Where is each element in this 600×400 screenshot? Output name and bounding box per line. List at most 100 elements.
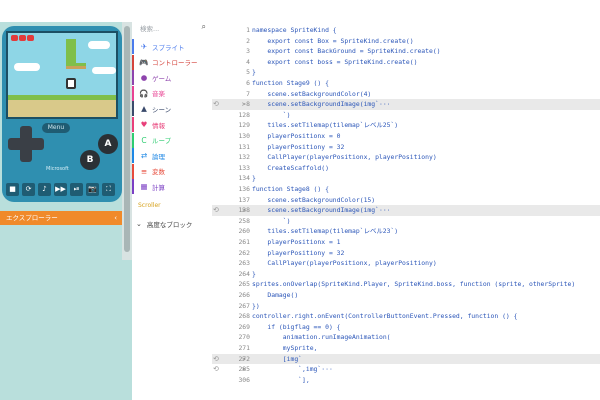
code-text[interactable]: CallPlayer(playerPositionx, playerPositi… — [252, 258, 436, 268]
code-line[interactable]: 268 controller.right.onEvent(ControllerBu… — [212, 311, 600, 321]
scrollbar-thumb[interactable] — [124, 26, 130, 252]
category-logic[interactable]: ⇄ 論理 — [132, 148, 212, 164]
restart-icon[interactable]: ⟳ — [22, 183, 35, 196]
code-text[interactable]: export const Box = SpriteKind.create() — [252, 36, 413, 46]
code-line[interactable]: 6 function Stage9 () { — [212, 78, 600, 88]
explorer-bar[interactable]: エクスプローラー ‹ — [0, 211, 122, 225]
category-variables[interactable]: ≡ 変数 — [132, 163, 212, 179]
code-line[interactable]: 3 export const BackGround = SpriteKind.c… — [212, 46, 600, 56]
code-line[interactable]: 269 if (bigflag == 0) { — [212, 322, 600, 332]
code-text[interactable]: scene.setBackgroundImage(img`··· — [252, 205, 390, 215]
code-text[interactable]: playerPositiony = 32 — [252, 248, 344, 258]
dpad[interactable] — [8, 126, 44, 162]
code-line[interactable]: 137 scene.setBackgroundColor(15) — [212, 195, 600, 205]
dpad-vertical[interactable] — [20, 126, 32, 162]
code-line[interactable]: 136 function Stage8 () { — [212, 184, 600, 194]
code-line[interactable]: 267}) — [212, 301, 600, 311]
code-line[interactable]: 1 namespace SpriteKind { — [212, 25, 600, 35]
code-line[interactable]: 270 animation.runImageAnimation( — [212, 332, 600, 342]
category-game[interactable]: ● ゲーム — [132, 70, 212, 86]
code-text[interactable]: playerPositionx = 1 — [252, 237, 340, 247]
code-text[interactable]: sprites.onOverlap(SpriteKind.Player, Spr… — [252, 279, 575, 289]
code-line[interactable]: 131 playerPositiony = 32 — [212, 142, 600, 152]
code-text[interactable]: playerPositionx = 0 — [252, 131, 340, 141]
toolbox-scrollbar[interactable] — [122, 22, 132, 260]
code-text[interactable]: namespace SpriteKind { — [252, 25, 337, 35]
code-line[interactable]: 132 CallPlayer(playerPositionx, playerPo… — [212, 152, 600, 162]
code-text[interactable]: function Stage9 () { — [252, 78, 329, 88]
category-music[interactable]: 🎧 音楽 — [132, 85, 212, 101]
fold-icon[interactable]: ⟲ — [213, 354, 221, 364]
code-text[interactable]: } — [252, 269, 256, 279]
code-line[interactable]: 4 export const boss = SpriteKind.create(… — [212, 57, 600, 67]
code-line[interactable]: 7 scene.setBackgroundColor(4) — [212, 89, 600, 99]
code-text[interactable]: `) — [252, 110, 291, 120]
code-line[interactable]: 129 tiles.setTilemap(tilemap`レベル25`) — [212, 120, 600, 130]
code-line[interactable]: 265 sprites.onOverlap(SpriteKind.Player, … — [212, 279, 600, 289]
category-sprite[interactable]: ✈ スプライト — [132, 39, 212, 54]
code-text[interactable]: Damage() — [252, 290, 298, 300]
code-line[interactable]: 5} — [212, 67, 600, 77]
code-line[interactable]: 261 playerPositionx = 1 — [212, 237, 600, 247]
code-line[interactable]: ⟲ >272 [img` — [212, 353, 600, 364]
code-text[interactable]: tiles.setTilemap(tilemap`レベル25`) — [252, 120, 398, 130]
code-text[interactable]: scene.setBackgroundColor(15) — [252, 195, 375, 205]
menu-button[interactable]: Menu — [42, 123, 70, 133]
code-line[interactable]: 271 mySprite, — [212, 343, 600, 353]
stop-icon[interactable]: ■ — [6, 183, 19, 196]
code-text[interactable]: `], — [252, 375, 310, 385]
game-screen[interactable] — [6, 31, 118, 119]
extension-scroller[interactable]: Scroller — [138, 202, 161, 209]
code-text[interactable]: scene.setBackgroundColor(4) — [252, 89, 371, 99]
code-text[interactable]: export const BackGround = SpriteKind.cre… — [252, 46, 440, 56]
code-line[interactable]: 264} — [212, 269, 600, 279]
code-line[interactable]: 130 playerPositionx = 0 — [212, 131, 600, 141]
search-input[interactable]: 検索... — [140, 23, 159, 33]
fold-icon[interactable]: ⟲ — [213, 205, 221, 215]
code-text[interactable]: } — [252, 173, 256, 183]
code-text[interactable]: mySprite, — [252, 343, 318, 353]
b-button[interactable]: B — [80, 150, 100, 170]
fullscreen-icon[interactable]: ⛶ — [102, 183, 115, 196]
step-icon[interactable]: ▶▶ — [54, 183, 67, 196]
category-loops[interactable]: C ループ — [132, 132, 212, 148]
code-text[interactable]: playerPositiony = 32 — [252, 142, 344, 152]
code-text[interactable]: export const boss = SpriteKind.create() — [252, 57, 417, 67]
code-line[interactable]: 134} — [212, 173, 600, 183]
code-text[interactable]: controller.right.onEvent(ControllerButto… — [252, 311, 517, 321]
advanced-blocks-toggle[interactable]: ⌄ 高度なブロック — [136, 219, 192, 229]
code-text[interactable]: animation.runImageAnimation( — [252, 332, 391, 342]
code-line[interactable]: 2 export const Box = SpriteKind.create() — [212, 36, 600, 46]
code-text[interactable]: function Stage8 () { — [252, 184, 329, 194]
code-line[interactable]: 258 `) — [212, 216, 600, 226]
code-text[interactable]: } — [252, 67, 256, 77]
code-line[interactable]: 133 CreateScaffold() — [212, 163, 600, 173]
code-line[interactable]: 263 CallPlayer(playerPositionx, playerPo… — [212, 258, 600, 268]
code-text[interactable]: }) — [252, 301, 260, 311]
code-line[interactable]: ⟲ >138 scene.setBackgroundImage(img`··· — [212, 205, 600, 216]
code-text[interactable]: tiles.setTilemap(tilemap`レベル23`) — [252, 226, 398, 236]
screenshot-icon[interactable]: 📷 — [86, 183, 99, 196]
code-text[interactable]: if (bigflag == 0) { — [252, 322, 340, 332]
code-line[interactable]: 262 playerPositiony = 32 — [212, 248, 600, 258]
search-icon[interactable]: ⌕ — [202, 22, 206, 32]
code-line[interactable]: 266 Damage() — [212, 290, 600, 300]
fold-icon[interactable]: ⟲ — [213, 99, 221, 109]
code-text[interactable]: `) — [252, 216, 291, 226]
fold-icon[interactable]: ⟲ — [213, 364, 221, 374]
toolbox-search[interactable]: 検索... ⌕ — [136, 22, 208, 36]
code-text[interactable]: CallPlayer(playerPositionx, playerPositi… — [252, 152, 436, 162]
chevron-left-icon[interactable]: ‹ — [114, 211, 117, 225]
code-text[interactable]: `,img`··· — [252, 364, 333, 374]
sound-icon[interactable]: ♪ — [38, 183, 51, 196]
category-info[interactable]: ♥ 情報 — [132, 117, 212, 132]
code-line[interactable]: 306 `], — [212, 375, 600, 385]
slowmo-icon[interactable]: ⏯ — [70, 183, 83, 196]
category-math[interactable]: ▦ 計算 — [132, 179, 212, 195]
a-button[interactable]: A — [98, 134, 118, 154]
code-text[interactable]: [img` — [252, 354, 302, 364]
code-line[interactable]: ⟲ >8 scene.setBackgroundImage(img`··· — [212, 99, 600, 110]
code-editor[interactable]: 1 namespace SpriteKind {2 export const Bo… — [212, 22, 600, 400]
category-controller[interactable]: 🎮 コントローラー — [132, 54, 212, 70]
code-line[interactable]: 260 tiles.setTilemap(tilemap`レベル23`) — [212, 226, 600, 236]
